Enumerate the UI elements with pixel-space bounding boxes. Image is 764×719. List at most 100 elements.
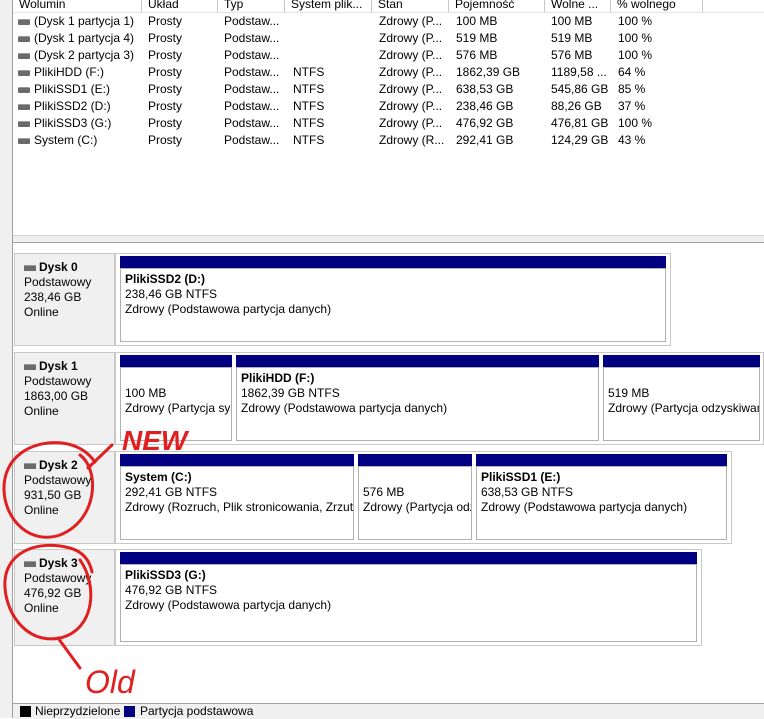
partition-pliki-ssd1[interactable]: PlikiSSD1 (E:) 638,53 GB NTFS Zdrowy (Po… — [474, 452, 729, 543]
disk-1-type: Podstawowy — [24, 374, 92, 388]
legend-swatch-primary — [124, 706, 135, 717]
cell-capacity: 292,41 GB — [456, 133, 514, 147]
volume-row[interactable]: (Dysk 2 partycja 3) Prosty Podstaw... Zdro… — [13, 47, 764, 64]
pane-splitter[interactable] — [13, 235, 764, 243]
disk-1-size: 1863,00 GB — [24, 389, 89, 403]
partition-recovery-disk2[interactable]: 576 MB Zdrowy (Partycja odzyskiwania) — [356, 452, 474, 543]
cell-percent-free: 100 % — [618, 116, 653, 130]
disk-drive-icon — [24, 560, 36, 567]
partition-size: 1862,39 GB NTFS — [241, 386, 340, 400]
disk-1-partitions: 100 MB Zdrowy (Partycja systemu EFI) Pli… — [115, 352, 764, 445]
partition-status: Zdrowy (Podstawowa partycja danych) — [125, 302, 332, 316]
column-header-volume[interactable]: Wolumin — [13, 0, 142, 12]
partition-status: Zdrowy (Partycja odzyskiwania) — [608, 401, 760, 415]
volume-icon — [18, 36, 30, 42]
volume-icon — [18, 70, 30, 76]
volume-row[interactable]: PlikiSSD1 (E:) Prosty Podstaw... NTFS Zdrowy… — [13, 81, 764, 98]
partition-efi[interactable]: 100 MB Zdrowy (Partycja systemu EFI) — [118, 353, 234, 444]
volume-list[interactable]: Wolumin Układ Typ System plik... Stan Po… — [13, 0, 764, 235]
volume-row[interactable]: (Dysk 1 partycja 4) Prosty Podstaw... Zdro… — [13, 30, 764, 47]
cell-capacity: 519 MB — [456, 31, 498, 45]
partition-pliki-ssd2[interactable]: PlikiSSD2 (D:) 238,46 GB NTFS Zdrowy (Po… — [118, 254, 668, 345]
cell-free-space: 124,29 GB — [551, 133, 609, 147]
volume-row[interactable]: System (C:) Prosty Podstaw... NTFS Zdrowy (R… — [13, 132, 764, 149]
volume-row[interactable]: (Dysk 1 partycja 1) Prosty Podstaw... Zdro… — [13, 13, 764, 30]
partition-size: 576 MB — [363, 485, 405, 499]
partition-size: 638,53 GB NTFS — [481, 485, 574, 499]
disk-0-size: 238,46 GB — [24, 290, 82, 304]
cell-volume-name: (Dysk 2 partycja 3) — [34, 48, 135, 62]
partition-system[interactable]: System (C:) 292,41 GB NTFS Zdrowy (Rozru… — [118, 452, 356, 543]
partition-pliki-hdd[interactable]: PlikiHDD (F:) 1862,39 GB NTFS Zdrowy (Po… — [234, 353, 601, 444]
cell-status: Zdrowy (P... — [379, 14, 443, 28]
legend-label-unallocated: Nieprzydzielone — [35, 704, 121, 718]
cell-free-space: 576 MB — [551, 48, 593, 62]
column-header-capacity[interactable]: Pojemność — [449, 0, 545, 12]
disk-2-label[interactable]: Dysk 2 Podstawowy 931,50 GB Online — [14, 451, 115, 544]
cell-percent-free: 100 % — [618, 14, 653, 28]
cell-filesystem — [293, 30, 372, 47]
partition-title: PlikiSSD1 (E:) — [481, 470, 561, 484]
column-header-type[interactable]: Typ — [218, 0, 285, 12]
disk-3-label[interactable]: Dysk 3 Podstawowy 476,92 GB Online — [14, 549, 115, 646]
volume-row[interactable]: PlikiSSD3 (G:) Prosty Podstaw... NTFS Zdrowy… — [13, 115, 764, 132]
cell-status: Zdrowy (P... — [379, 116, 443, 130]
disk-0-name: Dysk 0 — [39, 260, 78, 274]
cell-volume-name: (Dysk 1 partycja 4) — [34, 31, 135, 45]
cell-percent-free: 37 % — [618, 99, 646, 113]
partition-pliki-ssd3[interactable]: PlikiSSD3 (G:) 476,92 GB NTFS Zdrowy (Po… — [118, 550, 699, 645]
column-header-status[interactable]: Stan — [372, 0, 449, 12]
legend-swatch-unallocated — [20, 706, 31, 717]
cell-layout: Prosty — [148, 65, 183, 79]
partition-size: 238,46 GB NTFS — [125, 287, 218, 301]
cell-capacity: 1862,39 GB — [456, 65, 521, 79]
partition-title: PlikiSSD3 (G:) — [125, 568, 206, 582]
volume-row[interactable]: PlikiHDD (F:) Prosty Podstaw... NTFS Zdrowy … — [13, 64, 764, 81]
cell-status: Zdrowy (P... — [379, 65, 443, 79]
partition-size: 476,92 GB NTFS — [125, 583, 218, 597]
cell-free-space: 519 MB — [551, 31, 593, 45]
disk-0-type: Podstawowy — [24, 275, 92, 289]
partition-title — [608, 371, 759, 386]
disk-1-status: Online — [24, 404, 59, 418]
partition-header-bar — [120, 355, 232, 367]
column-header-percent-free[interactable]: % wolnego — [611, 0, 703, 12]
volume-icon — [18, 87, 30, 93]
cell-layout: Prosty — [148, 116, 183, 130]
disk-2-status: Online — [24, 503, 59, 517]
cell-filesystem: NTFS — [293, 133, 325, 147]
partition-header-bar — [120, 454, 354, 466]
cell-type: Podstaw... — [224, 31, 280, 45]
cell-filesystem: NTFS — [293, 65, 325, 79]
partition-title: PlikiSSD2 (D:) — [125, 272, 206, 286]
cell-layout: Prosty — [148, 14, 183, 28]
volume-row[interactable]: PlikiSSD2 (D:) Prosty Podstaw... NTFS Zdrowy… — [13, 98, 764, 115]
cell-status: Zdrowy (P... — [379, 48, 443, 62]
cell-status: Zdrowy (P... — [379, 82, 443, 96]
cell-free-space: 88,26 GB — [551, 99, 602, 113]
disk-1-label[interactable]: Dysk 1 Podstawowy 1863,00 GB Online — [14, 352, 115, 445]
cell-percent-free: 64 % — [618, 65, 646, 79]
partition-size: 519 MB — [608, 386, 650, 400]
cell-free-space: 476,81 GB — [551, 116, 609, 130]
partition-recovery-disk1[interactable]: 519 MB Zdrowy (Partycja odzyskiwania) — [601, 353, 762, 444]
partition-header-bar — [603, 355, 760, 367]
partition-header-bar — [120, 552, 697, 564]
cell-free-space: 545,86 GB — [551, 82, 609, 96]
disk-0-label[interactable]: Dysk 0 Podstawowy 238,46 GB Online — [14, 253, 115, 346]
cell-filesystem: NTFS — [293, 82, 325, 96]
column-header-free[interactable]: Wolne ... — [545, 0, 611, 12]
disk-3-name: Dysk 3 — [39, 556, 78, 570]
cell-status: Zdrowy (R... — [379, 133, 445, 147]
partition-size: 100 MB — [125, 386, 167, 400]
partition-header-bar — [358, 454, 472, 466]
partition-status: Zdrowy (Partycja odzyskiwania) — [363, 500, 471, 514]
column-header-layout[interactable]: Układ — [142, 0, 218, 12]
partition-title: System (C:) — [125, 470, 192, 484]
cell-percent-free: 43 % — [618, 133, 646, 147]
disk-3-status: Online — [24, 601, 59, 615]
column-header-filesystem[interactable]: System plik... — [285, 0, 372, 12]
partition-status: Zdrowy (Podstawowa partycja danych) — [125, 598, 332, 612]
cell-free-space: 100 MB — [551, 14, 593, 28]
disk-1-name: Dysk 1 — [39, 359, 78, 373]
